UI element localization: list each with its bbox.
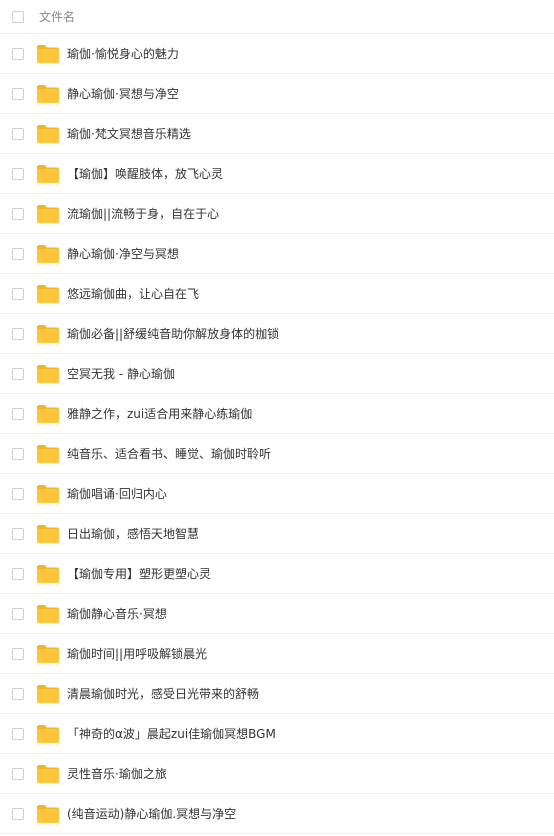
file-name-link[interactable]: 雅静之作，zui适合用来静心练瑜伽: [67, 405, 252, 422]
folder-icon: [36, 444, 60, 464]
row-checkbox[interactable]: [12, 327, 24, 340]
folder-icon: [36, 364, 60, 384]
file-name-link[interactable]: 瑜伽·梵文冥想音乐精选: [67, 125, 191, 142]
file-name-link[interactable]: 瑜伽必备||舒缓纯音助你解放身体的枷锁: [67, 325, 279, 342]
file-list: 文件名 瑜伽·愉悦身心的魅力 静心瑜伽·冥想与净空 瑜伽·梵文冥想音乐精选【瑜伽】唤…: [0, 0, 554, 834]
file-name-link[interactable]: 日出瑜伽，感悟天地智慧: [67, 525, 199, 542]
list-item[interactable]: 雅静之作，zui适合用来静心练瑜伽: [0, 394, 554, 434]
row-checkbox[interactable]: [12, 767, 24, 780]
folder-icon: [36, 284, 60, 304]
list-item[interactable]: 瑜伽唱诵·回归内心: [0, 474, 554, 514]
list-item[interactable]: 瑜伽·梵文冥想音乐精选: [0, 114, 554, 154]
file-name-link[interactable]: 瑜伽静心音乐·冥想: [67, 605, 167, 622]
folder-icon: [36, 164, 60, 184]
file-name-link[interactable]: 瑜伽唱诵·回归内心: [67, 485, 167, 502]
file-name-link[interactable]: 静心瑜伽·净空与冥想: [67, 245, 179, 262]
folder-icon: [36, 484, 60, 504]
folder-icon: [36, 404, 60, 424]
folder-icon: [36, 804, 60, 824]
row-checkbox[interactable]: [12, 647, 24, 660]
row-checkbox[interactable]: [12, 87, 24, 100]
row-checkbox[interactable]: [12, 247, 24, 260]
folder-icon: [36, 204, 60, 224]
folder-icon: [36, 524, 60, 544]
list-item[interactable]: 纯音乐、适合看书、睡觉、瑜伽时聆听: [0, 434, 554, 474]
file-rows: 瑜伽·愉悦身心的魅力 静心瑜伽·冥想与净空 瑜伽·梵文冥想音乐精选【瑜伽】唤醒肢体，…: [0, 34, 554, 834]
list-item[interactable]: 瑜伽静心音乐·冥想: [0, 594, 554, 634]
list-item[interactable]: 瑜伽时间||用呼吸解锁晨光: [0, 634, 554, 674]
file-name-link[interactable]: 灵性音乐·瑜伽之旅: [67, 765, 167, 782]
file-name-link[interactable]: (纯音运动)静心瑜伽.冥想与净空: [67, 805, 236, 822]
row-checkbox[interactable]: [12, 527, 24, 540]
row-checkbox[interactable]: [12, 167, 24, 180]
file-name-link[interactable]: 【瑜伽】唤醒肢体，放飞心灵: [67, 165, 223, 182]
list-item[interactable]: 清晨瑜伽时光，感受日光带来的舒畅: [0, 674, 554, 714]
folder-icon: [36, 564, 60, 584]
column-header-filename[interactable]: 文件名: [39, 8, 75, 25]
row-checkbox[interactable]: [12, 487, 24, 500]
list-header: 文件名: [0, 0, 554, 34]
row-checkbox[interactable]: [12, 727, 24, 740]
list-item[interactable]: 【瑜伽专用】塑形更塑心灵: [0, 554, 554, 594]
file-name-link[interactable]: 静心瑜伽·冥想与净空: [67, 85, 179, 102]
row-checkbox[interactable]: [12, 407, 24, 420]
file-name-link[interactable]: 【瑜伽专用】塑形更塑心灵: [67, 565, 211, 582]
list-item[interactable]: 静心瑜伽·净空与冥想: [0, 234, 554, 274]
folder-icon: [36, 764, 60, 784]
list-item[interactable]: 日出瑜伽，感悟天地智慧: [0, 514, 554, 554]
folder-icon: [36, 44, 60, 64]
list-item[interactable]: 静心瑜伽·冥想与净空: [0, 74, 554, 114]
list-item[interactable]: 空冥无我 - 静心瑜伽: [0, 354, 554, 394]
row-checkbox[interactable]: [12, 287, 24, 300]
folder-icon: [36, 244, 60, 264]
list-item[interactable]: 瑜伽必备||舒缓纯音助你解放身体的枷锁: [0, 314, 554, 354]
list-item[interactable]: 悠远瑜伽曲，让心自在飞: [0, 274, 554, 314]
list-item[interactable]: 瑜伽·愉悦身心的魅力: [0, 34, 554, 74]
row-checkbox[interactable]: [12, 207, 24, 220]
folder-icon: [36, 644, 60, 664]
row-checkbox[interactable]: [12, 687, 24, 700]
row-checkbox[interactable]: [12, 127, 24, 140]
select-all-checkbox[interactable]: [12, 10, 24, 23]
list-item[interactable]: 「神奇的α波」晨起zui佳瑜伽冥想BGM: [0, 714, 554, 754]
folder-icon: [36, 124, 60, 144]
list-item[interactable]: 流瑜伽||流畅于身，自在于心: [0, 194, 554, 234]
row-checkbox[interactable]: [12, 447, 24, 460]
file-name-link[interactable]: 「神奇的α波」晨起zui佳瑜伽冥想BGM: [67, 725, 276, 742]
folder-icon: [36, 84, 60, 104]
row-checkbox[interactable]: [12, 607, 24, 620]
folder-icon: [36, 324, 60, 344]
folder-icon: [36, 604, 60, 624]
row-checkbox[interactable]: [12, 47, 24, 60]
list-item[interactable]: 灵性音乐·瑜伽之旅: [0, 754, 554, 794]
file-name-link[interactable]: 空冥无我 - 静心瑜伽: [67, 365, 175, 382]
row-checkbox[interactable]: [12, 807, 24, 820]
file-name-link[interactable]: 瑜伽·愉悦身心的魅力: [67, 45, 179, 62]
folder-icon: [36, 724, 60, 744]
file-name-link[interactable]: 纯音乐、适合看书、睡觉、瑜伽时聆听: [67, 445, 271, 462]
file-name-link[interactable]: 瑜伽时间||用呼吸解锁晨光: [67, 645, 207, 662]
folder-icon: [36, 684, 60, 704]
row-checkbox[interactable]: [12, 367, 24, 380]
list-item[interactable]: (纯音运动)静心瑜伽.冥想与净空: [0, 794, 554, 834]
file-name-link[interactable]: 清晨瑜伽时光，感受日光带来的舒畅: [67, 685, 259, 702]
list-item[interactable]: 【瑜伽】唤醒肢体，放飞心灵: [0, 154, 554, 194]
file-name-link[interactable]: 悠远瑜伽曲，让心自在飞: [67, 285, 199, 302]
row-checkbox[interactable]: [12, 567, 24, 580]
file-name-link[interactable]: 流瑜伽||流畅于身，自在于心: [67, 205, 219, 222]
